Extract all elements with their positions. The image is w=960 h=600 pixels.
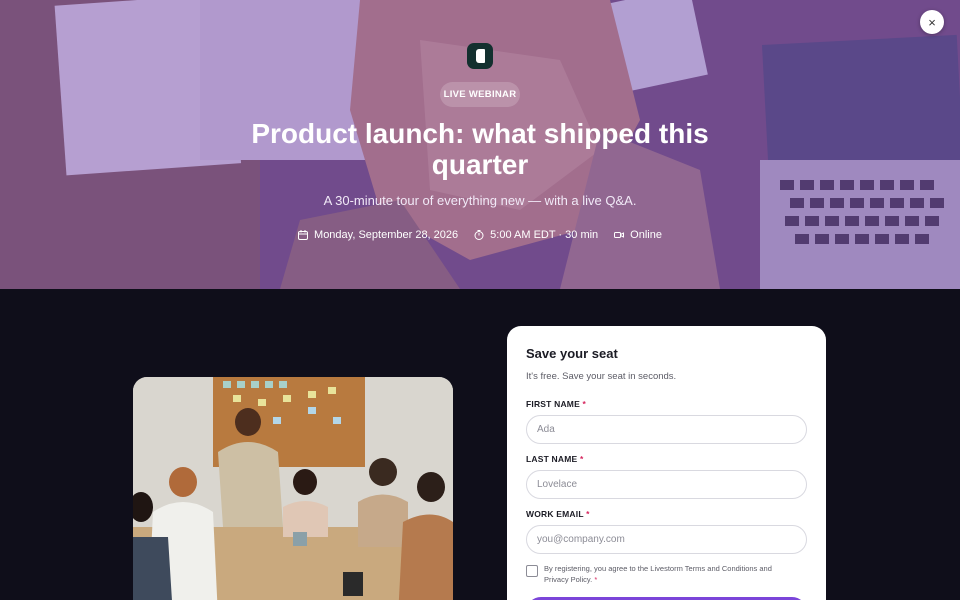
first-name-label: FIRST NAME * [526,399,587,409]
consent-checkbox[interactable] [526,565,538,577]
registration-form: Save your seat It's free. Save your seat… [507,326,826,600]
last-name-label: LAST NAME * [526,454,584,464]
logo-icon [467,43,493,69]
consent-row: By registering, you agree to the Livesto… [526,563,796,585]
team-photo-image [133,377,453,600]
hero-banner: × LIVE WEBINAR Product launch: what ship… [0,0,960,289]
team-photo [133,377,453,600]
last-name-field[interactable] [526,470,807,499]
close-button[interactable]: × [920,10,944,34]
calendar-icon [298,230,309,240]
page-subtitle: A 30-minute tour of everything new — wit… [323,193,637,208]
work-email-label: WORK EMAIL * [526,509,590,519]
clock-icon [474,230,484,240]
first-name-field[interactable] [526,415,807,444]
form-subtitle: It's free. Save your seat in seconds. [526,371,677,382]
event-date: Monday, September 28, 2026 [298,229,458,241]
close-icon: × [928,14,936,30]
live-webinar-badge: LIVE WEBINAR [440,82,520,107]
form-title: Save your seat [526,346,618,361]
consent-text: By registering, you agree to the Livesto… [544,564,772,584]
video-icon [614,232,625,238]
event-time: 5:00 AM EDT · 30 min [474,229,598,241]
page-title: Product launch: what shipped this quarte… [251,118,709,180]
event-location: Online [614,229,662,241]
event-meta: Monday, September 28, 2026 5:00 AM EDT ·… [0,229,960,241]
work-email-field[interactable] [526,525,807,554]
